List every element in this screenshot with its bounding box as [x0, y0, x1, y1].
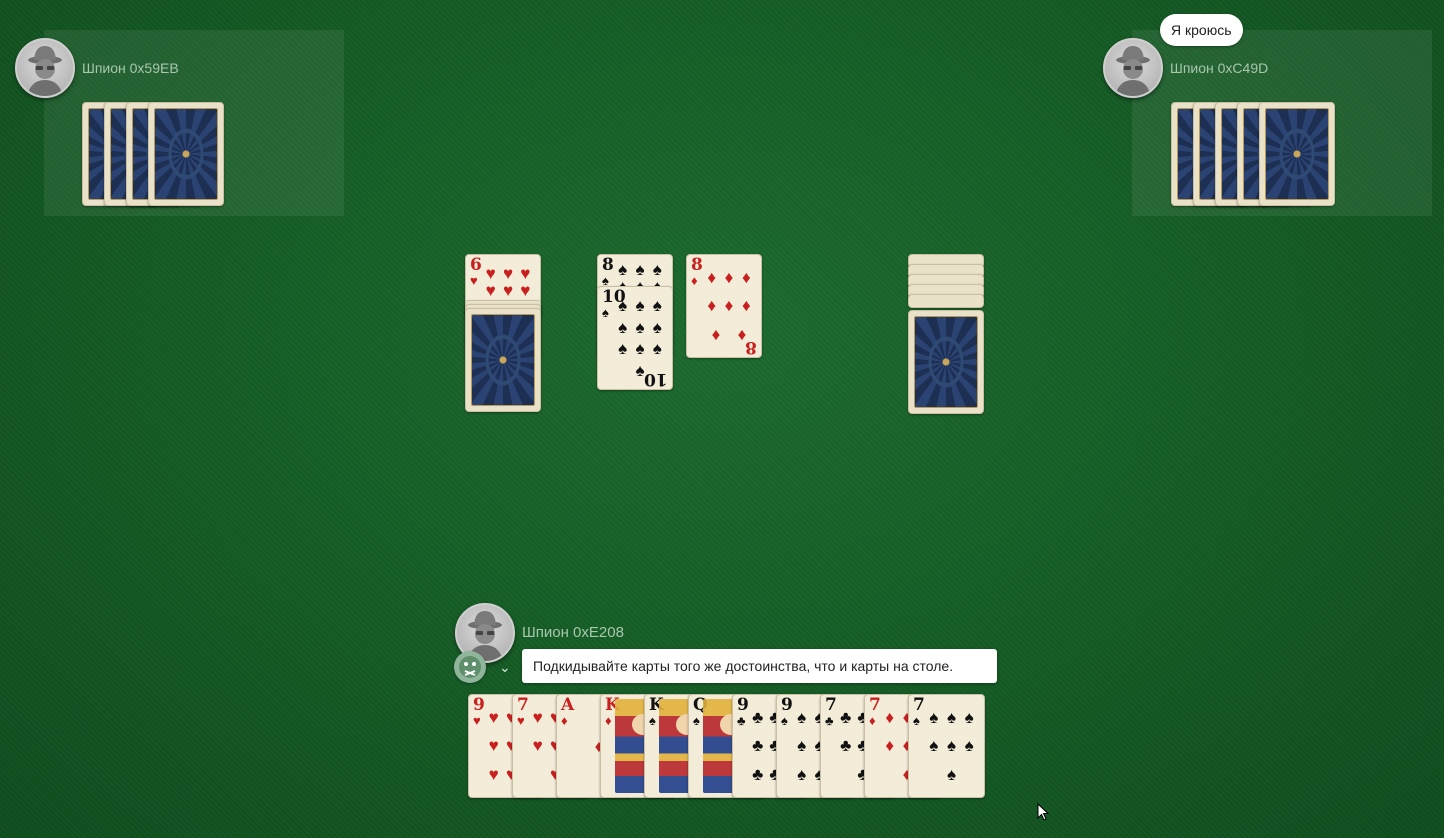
hand-card[interactable]: 7 ♠ ♠ ♠ ♠ ♠ ♠ ♠ ♠	[908, 694, 985, 798]
pip: ♦	[724, 267, 734, 287]
pip: ♥	[488, 707, 499, 727]
pip: ♠	[797, 736, 807, 756]
pip: ♠	[618, 339, 628, 359]
opponent-left-avatar[interactable]	[15, 38, 75, 98]
card-rank: 9	[781, 695, 793, 715]
pips: ♠ ♠ ♠ ♠ ♠ ♠ ♠	[925, 703, 978, 789]
card-suit: ♦	[605, 713, 612, 728]
pip: ♣	[752, 707, 764, 727]
pip: ♠	[652, 317, 662, 337]
card-suit: ♦	[561, 713, 568, 728]
pip: ♥	[532, 707, 543, 727]
pip: ♣	[752, 765, 764, 785]
card-suit: ♠	[781, 713, 788, 728]
card-suit: ♠	[693, 713, 700, 728]
pip: ♦	[885, 736, 894, 756]
opponent-left-name: Шпион 0x59EB	[82, 60, 179, 76]
pip: ♦	[724, 296, 734, 316]
spy-icon	[27, 46, 63, 96]
card-rank: 7	[913, 695, 925, 715]
pip: ♣	[840, 707, 852, 727]
pip: ♠	[652, 339, 662, 359]
pip: ♠	[946, 765, 956, 785]
pip: ♠	[618, 317, 628, 337]
card-suit: ♠	[649, 713, 656, 728]
pip: ♠	[929, 736, 939, 756]
pip: ♥	[485, 264, 496, 283]
my-name: Шпион 0xE208	[522, 624, 624, 641]
card-rank: 7	[825, 695, 837, 715]
pip: ♠	[652, 260, 662, 279]
pip: ♥	[488, 736, 499, 756]
pips: ♠♠♠♠♠♠♠♠	[614, 260, 666, 312]
opponent-right-avatar[interactable]	[1103, 38, 1163, 98]
pip: ♦	[741, 296, 751, 316]
card-suit: ♠	[913, 713, 920, 728]
pip: ♥	[502, 281, 514, 300]
discard-card-back	[908, 294, 984, 308]
pip: ♠	[618, 260, 628, 279]
pip: ♥	[532, 736, 543, 756]
second-attack-card: 8 ♦ ♦ ♦ ♦ ♦ ♦ ♦ ♦ ♦ 8	[686, 254, 762, 358]
pip: ♠	[964, 736, 974, 756]
opponent-right-speech-bubble: Я кроюсь	[1160, 14, 1243, 46]
pip: ♥	[488, 765, 499, 785]
emoji-icon	[459, 656, 481, 678]
card-rank: 9	[473, 695, 485, 715]
card-suit: ♦	[869, 713, 876, 728]
pip: ♠	[618, 296, 628, 316]
pip: ♠	[652, 296, 662, 316]
card-rank: 7	[869, 695, 881, 715]
pip: ♥	[502, 264, 514, 283]
pip: ♦	[711, 325, 721, 345]
pip: ♠	[635, 317, 645, 337]
pip: ♦	[741, 267, 751, 287]
pip: ♠	[964, 707, 974, 727]
pip: ♥	[520, 281, 531, 300]
pip: ♥	[485, 281, 496, 300]
card-back	[148, 102, 224, 206]
spy-icon	[1115, 46, 1151, 96]
pip: ♠	[635, 260, 645, 279]
emoji-button[interactable]	[454, 651, 486, 683]
pip: ♣	[752, 736, 764, 756]
pip: ♠	[635, 296, 645, 316]
card-rank: 7	[517, 695, 529, 715]
deck-card-back	[465, 308, 541, 412]
pip: ♠	[946, 736, 956, 756]
pip: ♣	[840, 736, 852, 756]
card-suit: ♣	[737, 713, 746, 728]
pips: ♥ ♥ ♥ ♥ ♥ ♥	[482, 264, 534, 300]
card-suit: ♣	[825, 713, 834, 728]
pip: ♠	[929, 707, 939, 727]
pip: ♠	[797, 765, 807, 785]
card-suit: ♥	[517, 713, 525, 728]
pip: ♠	[797, 707, 807, 727]
card-back	[1259, 102, 1335, 206]
card-suit: ♥	[473, 713, 481, 728]
pip: ♦	[707, 267, 716, 287]
chevron-down-icon[interactable]: ⌄	[499, 659, 511, 676]
mouse-cursor-icon	[1037, 803, 1050, 821]
discard-card-back	[908, 310, 984, 414]
opponent-right-name: Шпион 0xC49D	[1170, 60, 1269, 76]
defense-card: 10 ♠ ♠ ♠ ♠ ♠ ♠ ♠ ♠ ♠ ♠ ♠ 10	[597, 286, 673, 390]
pip: ♥	[520, 264, 531, 283]
pip: ♠	[946, 707, 956, 727]
hint-message: Подкидывайте карты того же достоинства, …	[522, 649, 997, 683]
pip: ♦	[707, 296, 716, 316]
card-rank: 9	[737, 695, 749, 715]
pip: ♠	[635, 339, 645, 359]
pip: ♦	[885, 707, 894, 727]
